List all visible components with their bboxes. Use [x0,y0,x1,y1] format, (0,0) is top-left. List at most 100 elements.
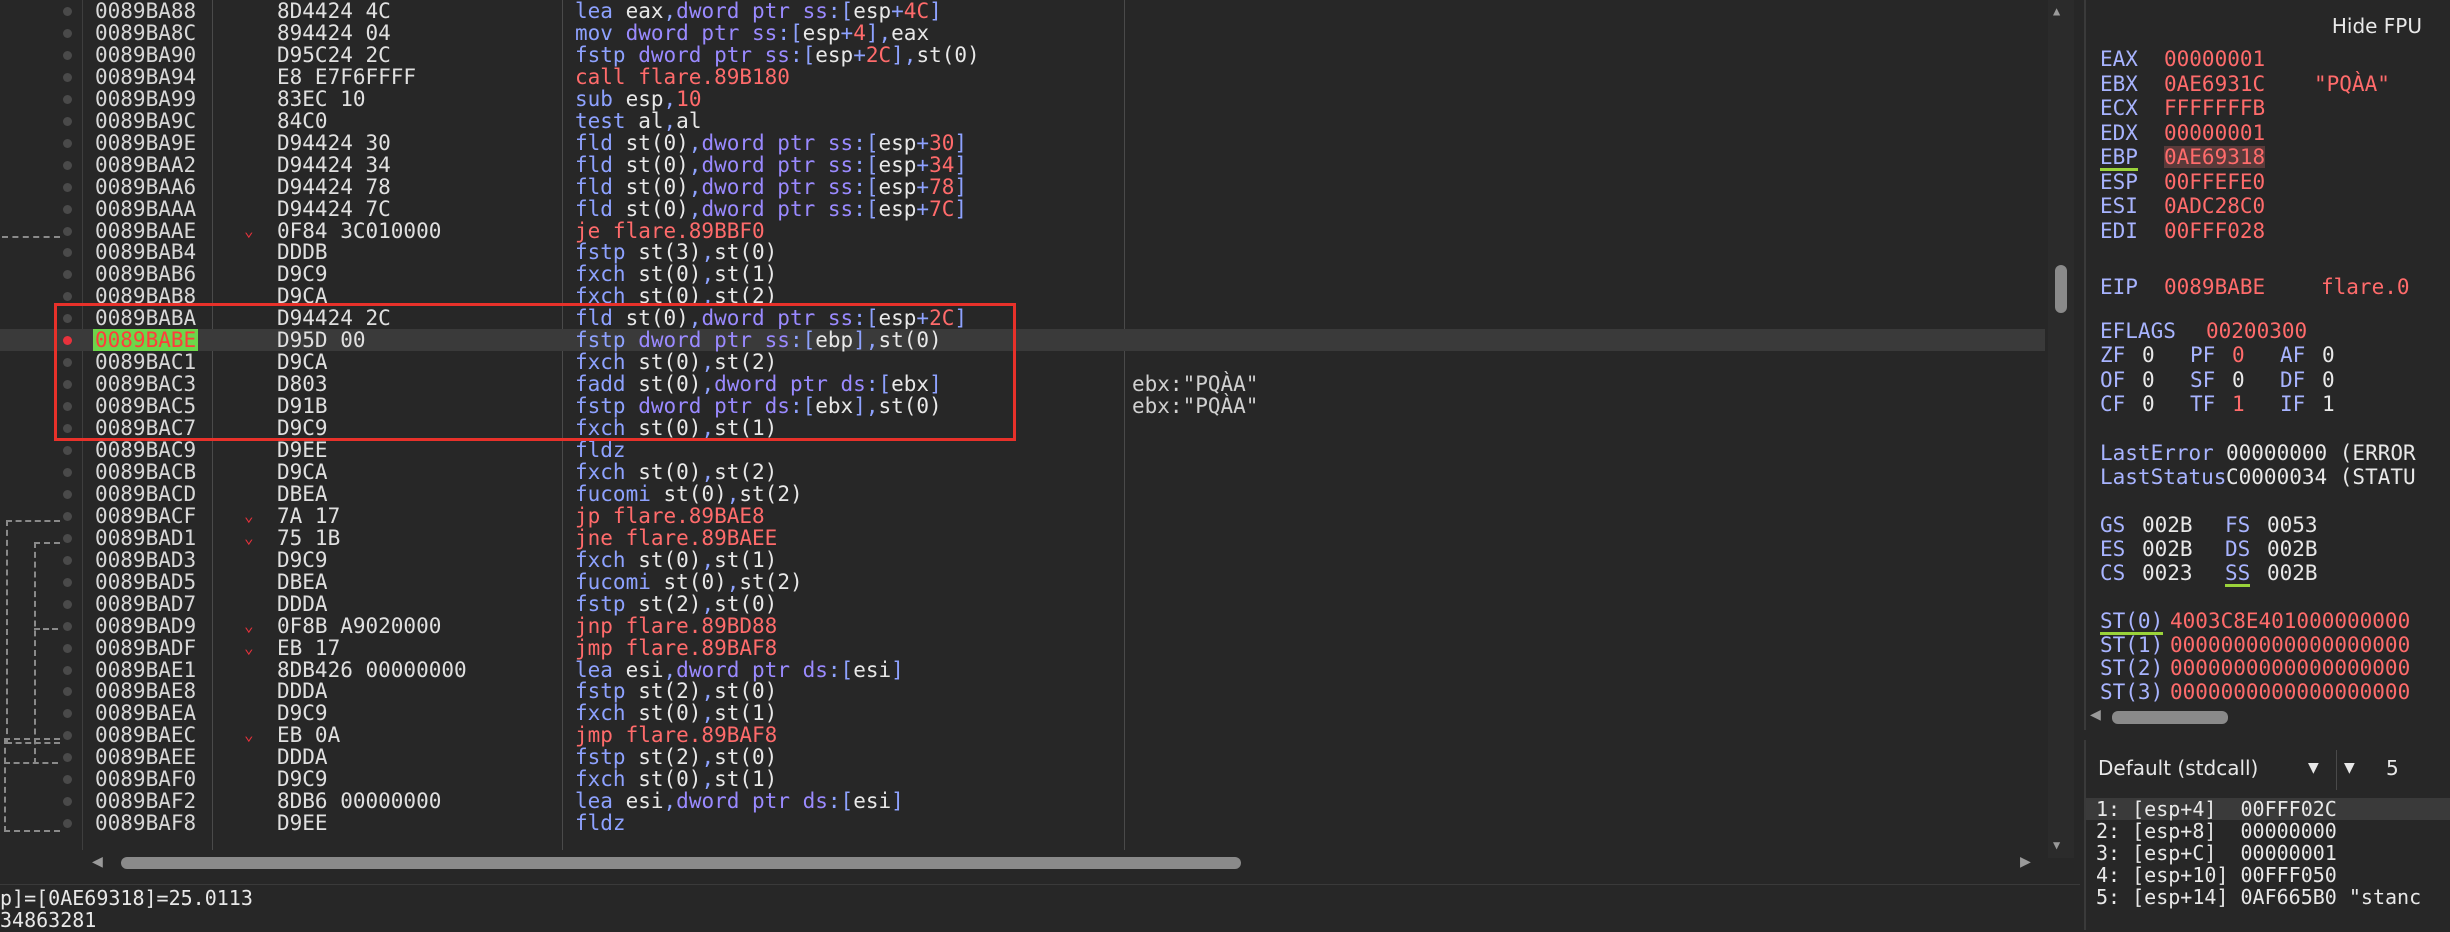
breakpoint-dot-icon[interactable] [63,446,72,455]
breakpoint-dot-icon[interactable] [63,292,72,302]
calling-convention-select[interactable]: Default (stdcall) [2098,756,2258,780]
disasm-row[interactable]: 0089BA8C 894424 04 mov dword ptr ss:[esp+4… [0,22,2045,44]
disasm-row[interactable]: 0089BAA6 D94424 78 fld st(0),dword ptr ss:… [0,176,2045,198]
disasm-row[interactable]: 0089BA9E D94424 30 fld st(0),dword ptr ss:… [0,132,2045,154]
disasm-row[interactable]: 0089BAA2 D94424 34 fld st(0),dword ptr ss:… [0,154,2045,176]
disasm-row[interactable]: 0089BA99 83EC 10 sub esp,10 [0,88,2045,110]
segment-value[interactable]: 002B [2142,538,2193,560]
flag-value[interactable]: 0 [2142,369,2155,391]
register-value[interactable]: 00FFEFE0 [2164,171,2265,193]
register-value[interactable]: 0ADC28C0 [2164,195,2265,217]
register-value[interactable]: 0000000000000000000 [2170,657,2410,679]
flag-value[interactable]: 0 [2142,344,2155,366]
chevron-down-icon[interactable]: ▼ [2308,760,2319,776]
breakpoint-dot-icon[interactable] [63,204,72,214]
register-value[interactable]: 0089BABE [2164,276,2265,298]
disasm-row[interactable]: 0089BA90 D95C24 2C fstp dword ptr ss:[esp+… [0,44,2045,66]
breakpoint-dot-icon[interactable] [63,116,72,126]
breakpoint-dot-icon[interactable] [63,731,72,741]
register-value[interactable]: 00000000 (ERROR [2226,442,2416,464]
breakpoint-dot-icon[interactable] [63,72,72,82]
disasm-row[interactable]: 0089BAAA D94424 7C fld st(0),dword ptr ss:… [0,198,2045,220]
disasm-row[interactable]: 0089BAF8 D9EE fldz [0,812,2045,834]
chevron-down-icon[interactable]: ▼ [2344,760,2355,776]
disasm-row[interactable]: 0089BAF2 8DB6 00000000 lea esi,dword ptr d… [0,790,2045,812]
breakpoint-dot-icon[interactable] [63,577,72,587]
breakpoint-dot-icon[interactable] [63,28,72,38]
breakpoint-dot-icon[interactable] [63,270,72,280]
scroll-right-icon[interactable]: ▶ [2020,851,2031,872]
breakpoint-dot-icon[interactable] [63,7,72,16]
breakpoint-dot-icon[interactable] [63,665,72,675]
segment-value[interactable]: 002B [2267,538,2318,560]
breakpoint-dot-icon[interactable] [63,160,72,170]
register-value[interactable]: C0000034 (STATU [2226,466,2416,488]
disasm-row[interactable]: 0089BACD DBEA fucomi st(0),st(2) [0,483,2045,505]
breakpoint-dot-icon[interactable] [63,753,72,763]
breakpoint-dot-icon[interactable] [63,50,72,60]
disasm-row[interactable]: 0089BAAE ⌄ 0F84 3C010000 je flare.89BBF0 [0,220,2045,242]
register-value[interactable]: 00000001 [2164,122,2265,144]
scroll-up-icon[interactable]: ▲ [2053,4,2060,18]
register-value[interactable]: 0000000000000000000 [2170,634,2410,656]
breakpoint-dot-icon[interactable] [63,533,72,543]
register-value[interactable]: 4003C8E401000000000 [2170,610,2410,632]
flag-value[interactable]: 0 [2232,369,2245,391]
segment-value[interactable]: 0053 [2267,514,2318,536]
disasm-row[interactable]: 0089BAD7 DDDA fstp st(2),st(0) [0,593,2045,615]
disassembly-view[interactable]: 0089BA88 8D4424 4C lea eax,dword ptr ss:[e… [0,0,2045,858]
breakpoint-dot-icon[interactable] [63,687,72,697]
disasm-row[interactable]: 0089BAEE DDDA fstp st(2),st(0) [0,746,2045,768]
stack-argument-row[interactable]: 5: [esp+14] 0AF665B0 "stanc [2096,886,2421,908]
disasm-row[interactable]: 0089BAB6 D9C9 fxch st(0),st(1) [0,263,2045,285]
disasm-row[interactable]: 0089BAD3 D9C9 fxch st(0),st(1) [0,549,2045,571]
disasm-row[interactable]: 0089BA9C 84C0 test al,al [0,110,2045,132]
disasm-row[interactable]: 0089BACB D9CA fxch st(0),st(2) [0,461,2045,483]
scroll-down-icon[interactable]: ▼ [2053,838,2060,852]
disasm-row[interactable]: 0089BAD9 ⌄ 0F8B A9020000 jnp flare.89BD88 [0,615,2045,637]
segment-value[interactable]: 002B [2142,514,2193,536]
disasm-row[interactable]: 0089BAEA D9C9 fxch st(0),st(1) [0,702,2045,724]
breakpoint-dot-icon[interactable] [63,709,72,719]
breakpoint-dot-icon[interactable] [63,599,72,609]
breakpoint-dot-icon[interactable] [63,775,72,785]
disasm-row[interactable]: 0089BA88 8D4424 4C lea eax,dword ptr ss:[e… [0,0,2045,22]
disasm-row[interactable]: 0089BAE1 8DB426 00000000 lea esi,dword ptr… [0,659,2045,681]
stack-argument-row[interactable]: 2: [esp+8] 00000000 [2096,820,2337,842]
register-panel[interactable]: Hide FPU EAX 00000001 EBX 0AE6931C "PQÀA" ECX… [2084,0,2450,730]
register-horizontal-scrollbar[interactable]: ◀ [2086,704,2450,728]
disasm-row[interactable]: 0089BACF ⌄ 7A 17 jp flare.89BAE8 [0,505,2045,527]
register-value[interactable]: 0AE69318 [2164,146,2266,168]
scroll-left-icon[interactable]: ◀ [2090,704,2101,725]
register-value[interactable]: 0000000000000000000 [2170,681,2410,703]
disasm-row[interactable]: 0089BAC9 D9EE fldz [0,439,2045,461]
breakpoint-dot-icon[interactable] [63,621,72,631]
argument-count-select[interactable]: 5 [2386,756,2399,780]
stack-arguments-list[interactable]: 1: [esp+4] 00FFF02C 2: [esp+8] 00000000 … [2084,798,2450,930]
breakpoint-dot-icon[interactable] [63,797,72,807]
register-value[interactable]: 00200300 [2206,320,2307,342]
flag-value[interactable]: 0 [2232,344,2245,366]
disassembly-vertical-scrollbar[interactable]: ▲ ▼ [2048,0,2074,858]
breakpoint-dot-icon[interactable] [63,489,72,499]
stack-argument-row[interactable]: 1: [esp+4] 00FFF02C [2086,798,2450,820]
stack-argument-row[interactable]: 3: [esp+C] 00000001 [2096,842,2337,864]
scroll-left-icon[interactable]: ◀ [92,851,103,872]
breakpoint-dot-icon[interactable] [63,182,72,192]
disasm-row[interactable]: 0089BAF0 D9C9 fxch st(0),st(1) [0,768,2045,790]
breakpoint-dot-icon[interactable] [63,511,72,521]
disasm-row[interactable]: 0089BADF ⌄ EB 17 jmp flare.89BAF8 [0,637,2045,659]
segment-value[interactable]: 002B [2267,562,2318,584]
breakpoint-dot-icon[interactable] [63,248,72,258]
register-value[interactable]: FFFFFFFB [2164,97,2265,119]
breakpoint-dot-icon[interactable] [63,138,72,148]
flag-value[interactable]: 0 [2142,393,2155,415]
register-value[interactable]: 00000001 [2164,48,2265,70]
scrollbar-thumb[interactable] [2112,711,2228,724]
disasm-row[interactable]: 0089BAD5 DBEA fucomi st(0),st(2) [0,571,2045,593]
scrollbar-thumb[interactable] [2055,265,2067,313]
register-value[interactable]: 00FFF028 [2164,220,2265,242]
breakpoint-dot-icon[interactable] [63,819,72,829]
segment-value[interactable]: 0023 [2142,562,2193,584]
breakpoint-dot-icon[interactable] [63,555,72,565]
